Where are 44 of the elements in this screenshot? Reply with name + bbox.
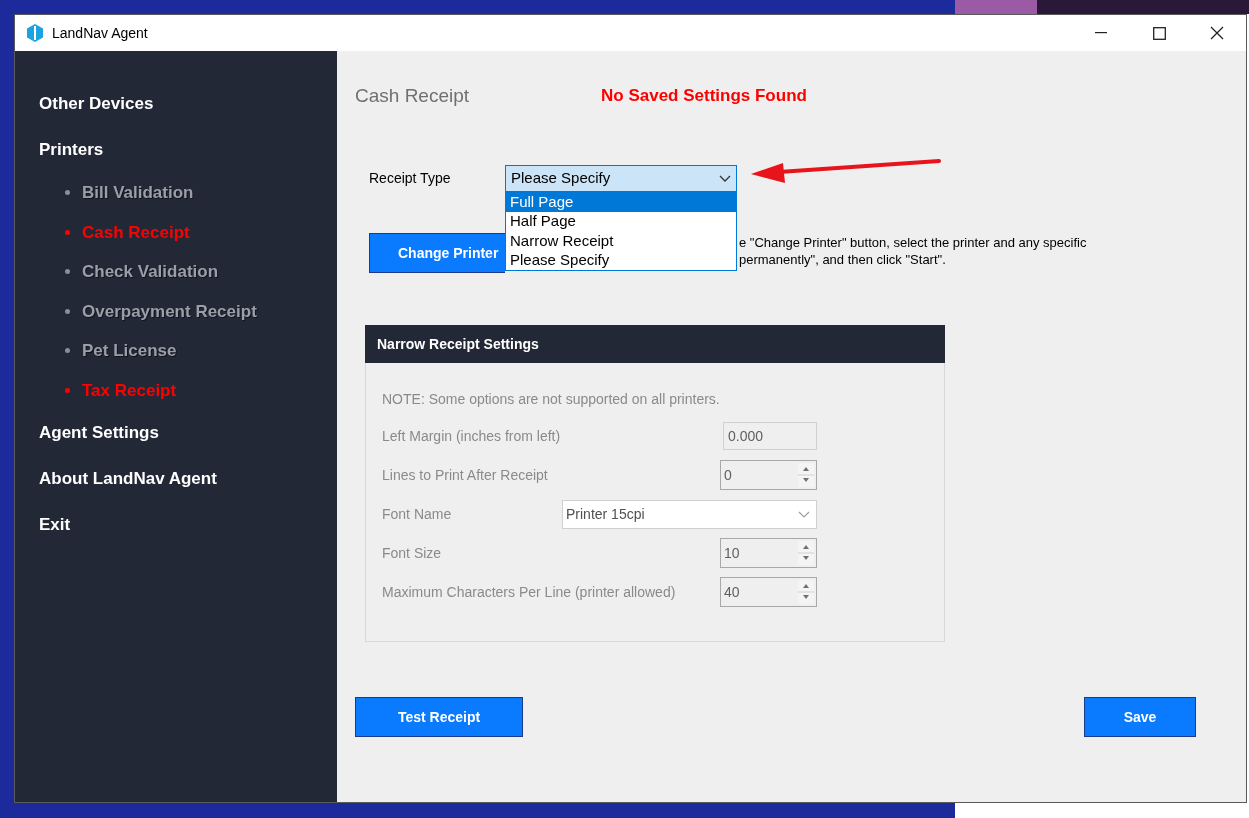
window-title: LandNav Agent	[52, 23, 148, 43]
receipt-type-dropdown[interactable]: Please Specify	[505, 165, 737, 192]
close-icon	[1210, 26, 1224, 40]
sidebar-item[interactable]: About LandNav Agent	[15, 456, 337, 502]
minimize-icon	[1095, 32, 1107, 34]
dropdown-option[interactable]: Narrow Receipt	[506, 231, 736, 251]
sidebar-subitem[interactable]: Cash Receipt	[82, 219, 190, 245]
dropdown-option[interactable]: Half Page	[506, 211, 736, 231]
status-message: No Saved Settings Found	[601, 85, 807, 108]
sidebar-item[interactable]: Agent Settings	[15, 410, 337, 456]
sidebar-subitem: Overpayment Receipt	[82, 300, 257, 323]
dropdown-option[interactable]: Please Specify	[506, 250, 736, 270]
sidebar-subitem: Pet License	[82, 340, 177, 362]
page-title: Cash Receipt	[355, 83, 471, 108]
maximize-icon	[1152, 26, 1166, 40]
caret-icon	[719, 175, 731, 182]
bullet-icon	[65, 269, 70, 275]
caret-icon	[798, 510, 810, 518]
bullet-icon	[65, 387, 70, 393]
field-label: Lines to Print After Receipt	[382, 465, 548, 485]
sidebar-subitem[interactable]: Tax Receipt	[82, 377, 177, 403]
sidebar-item[interactable]: Other Devices	[15, 81, 337, 127]
field-label: Receipt Type	[369, 169, 452, 188]
bullet-icon	[65, 190, 70, 196]
dropdown-option[interactable]: Full Page	[506, 192, 736, 212]
note-text: NOTE: Some options are not supported on all printers.	[382, 390, 721, 409]
sidebar-item[interactable]: Printers	[15, 127, 337, 173]
app-logo-icon	[25, 23, 45, 43]
save-button[interactable]: Save	[1084, 697, 1196, 737]
sidebar-subitem: Check Validation	[82, 261, 219, 283]
panel-header: Narrow Receipt Settings	[365, 325, 945, 363]
field-label: Font Name	[382, 504, 452, 524]
change-printer-button[interactable]: Change Printer	[369, 233, 505, 273]
sidebar-subitem: Bill Validation	[82, 182, 194, 204]
field-label: Left Margin (inches from left)	[382, 426, 561, 446]
field-label: Maximum Characters Per Line (printer allowed)	[382, 582, 676, 602]
instruction-text: permanently", and then click "Start".	[739, 251, 947, 268]
bullet-icon	[65, 308, 70, 314]
sidebar-item[interactable]: Exit	[15, 502, 337, 548]
bullet-icon	[65, 229, 70, 235]
test-receipt-button[interactable]: Test Receipt	[355, 697, 523, 737]
instruction-text: e "Change Printer" button, select the printer and any specific	[739, 234, 1087, 251]
field-label: Font Size	[382, 543, 442, 563]
bullet-icon	[65, 348, 70, 354]
